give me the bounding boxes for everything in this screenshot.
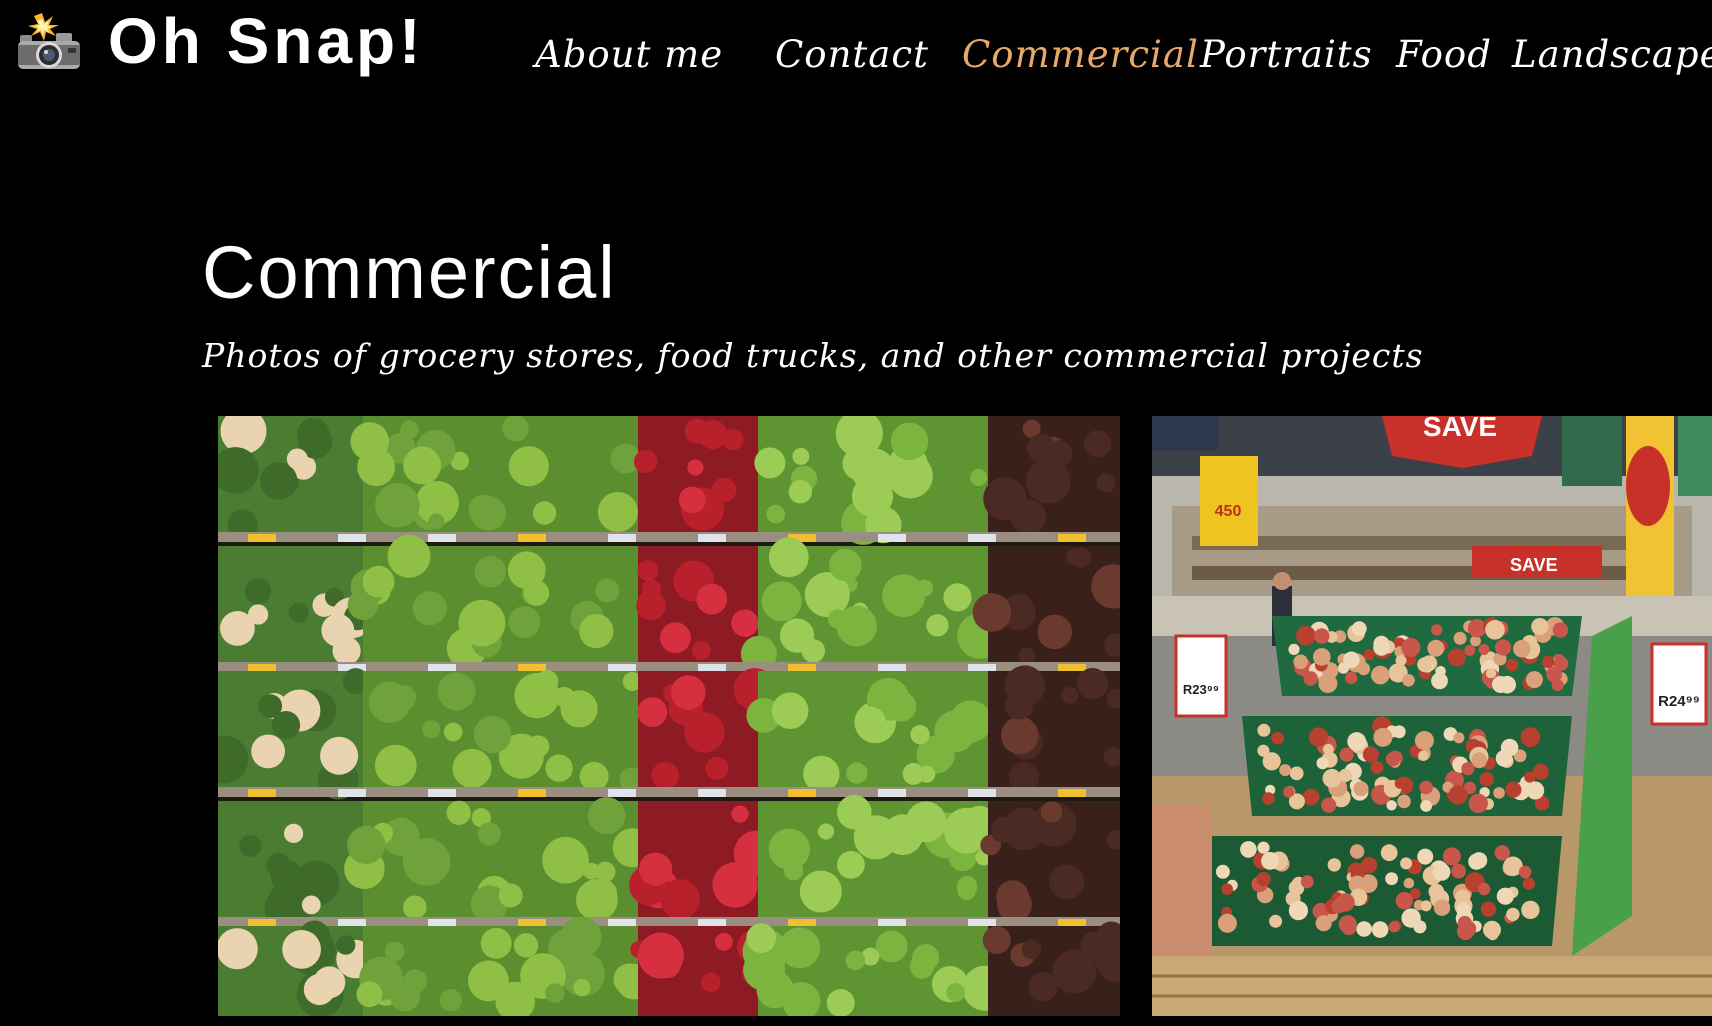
price-sign-small-text: R23⁹⁹ [1183,682,1219,697]
price-sign-text: R24⁹⁹ [1658,693,1700,710]
nav-item-about-me[interactable]: About me [535,20,723,90]
nav-item-landscape[interactable]: Landscape [1512,20,1712,90]
photo-gallery: SAVE 450 SAVE R23⁹⁹ R24⁹⁹ [218,416,1712,1016]
hanging-sale-sign-text: SAVE [1423,416,1497,442]
nav-item-commercial[interactable]: Commercial [962,20,1199,90]
fruit-market-image: SAVE 450 SAVE R23⁹⁹ R24⁹⁹ [1152,416,1712,1016]
fruit-market-photo[interactable]: SAVE 450 SAVE R23⁹⁹ R24⁹⁹ [1152,416,1712,1016]
nav-item-portraits[interactable]: Portraits [1200,20,1373,90]
main-nav: About me Contact Commercial Portraits Fo… [0,20,1712,90]
page: Oh Snap! About me Contact Commercial Por… [0,0,1712,1026]
promo-sign-text: 450 [1215,503,1242,520]
nav-item-contact[interactable]: Contact [775,20,929,90]
produce-shelves-image [218,416,1120,1016]
page-subtitle: Photos of grocery stores, food trucks, a… [202,336,1424,375]
nav-item-food[interactable]: Food [1396,20,1492,90]
page-title: Commercial [202,231,617,314]
save-sign-text: SAVE [1510,555,1558,575]
site-header: Oh Snap! About me Contact Commercial Por… [0,0,1712,100]
produce-shelves-photo[interactable] [218,416,1120,1016]
